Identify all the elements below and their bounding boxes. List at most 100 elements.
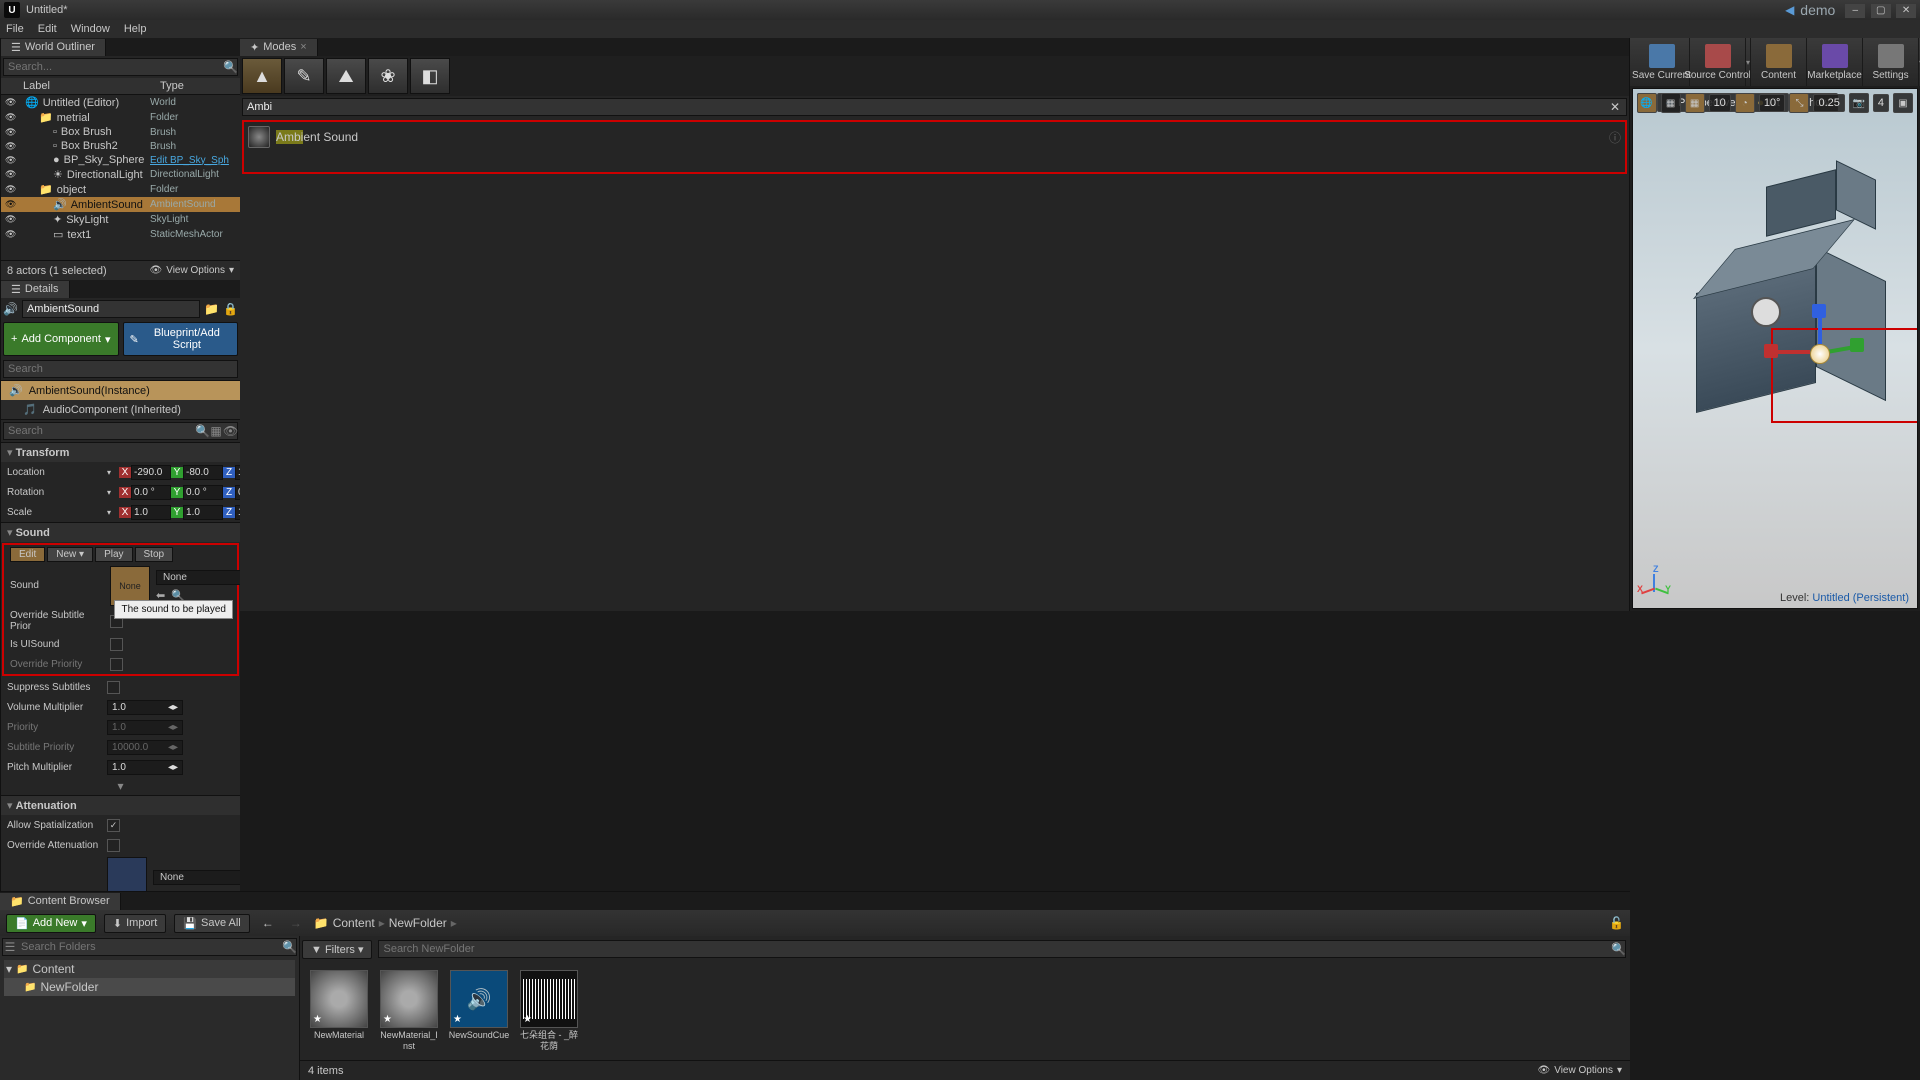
asset-item[interactable]: ★ NewMaterial — [308, 970, 370, 1041]
world-outliner-tab[interactable]: ☰ World Outliner — [1, 39, 106, 56]
attenuation-asset-dropdown[interactable]: None▾ — [153, 870, 240, 885]
search-icon[interactable]: 🔍 — [282, 940, 296, 954]
tree-content-folder[interactable]: ▾📁Content — [4, 960, 295, 978]
visibility-eye-icon[interactable]: 👁 — [5, 112, 17, 123]
grid-snap-toggle[interactable]: ▦ — [1685, 93, 1705, 113]
mode-foliage-icon[interactable]: ❀ — [368, 58, 408, 94]
visibility-eye-icon[interactable]: 👁 — [5, 155, 17, 166]
attenuation-asset-thumbnail[interactable] — [107, 857, 147, 891]
asset-item[interactable]: ★ 七朵组合 - _醉花荫 — [518, 970, 580, 1052]
mode-paint-icon[interactable]: ✎ — [284, 58, 324, 94]
content-browser-tab[interactable]: 📁 Content Browser — [0, 893, 121, 910]
is-ui-sound-checkbox[interactable] — [110, 638, 123, 651]
breadcrumb[interactable]: 📁 Content ▸ NewFolder ▸ — [314, 916, 457, 930]
window-minimize-button[interactable]: – — [1845, 4, 1865, 18]
viewport-maximize-icon[interactable]: ▣ — [1893, 93, 1913, 113]
cb-view-options[interactable]: 👁 View Options ▾ — [1538, 1065, 1622, 1076]
expand-advanced-icon[interactable]: ▾ — [117, 779, 123, 793]
window-close-button[interactable]: ✕ — [1896, 4, 1916, 18]
sound-play-button[interactable]: Play — [95, 547, 132, 562]
sound-new-button[interactable]: New ▾ — [47, 547, 93, 562]
transform-scale-icon[interactable]: ⤢ — [1632, 93, 1633, 113]
info-icon[interactable]: ⓘ — [1609, 129, 1621, 146]
nav-prev-icon[interactable]: ◀ — [1785, 3, 1794, 17]
add-component-button[interactable]: + Add Component ▾ — [3, 322, 119, 356]
surface-snap-icon[interactable]: ▦ — [1661, 93, 1681, 113]
outliner-row[interactable]: 👁 ☀ DirectionalLight DirectionalLight — [1, 167, 240, 182]
outliner-view-options[interactable]: 👁 View Options ▾ — [150, 265, 234, 276]
eye-icon[interactable]: 👁 — [223, 424, 237, 438]
chevron-down-icon[interactable]: ▾ — [107, 488, 111, 497]
outliner-header[interactable]: Label Type — [1, 78, 240, 95]
asset-item[interactable]: ★ NewMaterial_Inst — [378, 970, 440, 1052]
pitch-multiplier-field[interactable]: 1.0◂▸ — [107, 760, 183, 775]
search-icon[interactable]: 🔍 — [1611, 942, 1625, 956]
outliner-search-input[interactable] — [4, 59, 223, 75]
transform-gizmo[interactable] — [1770, 314, 1860, 384]
outliner-row[interactable]: 👁 ▫ Box Brush Brush — [1, 125, 240, 139]
actor-name-input[interactable] — [22, 300, 200, 318]
scale-snap-value[interactable]: 0.25 — [1813, 94, 1844, 112]
menu-edit[interactable]: Edit — [38, 23, 57, 35]
asset-search-input[interactable] — [379, 941, 1611, 957]
source-control-button[interactable]: Source Control — [1690, 38, 1746, 86]
menu-window[interactable]: Window — [71, 23, 110, 35]
sound-stop-button[interactable]: Stop — [135, 547, 174, 562]
lock-icon[interactable]: 🔓 — [1609, 916, 1624, 930]
property-matrix-icon[interactable]: ▦ — [209, 424, 223, 438]
outliner-row[interactable]: 👁 🌐 Untitled (Editor) World — [1, 95, 240, 110]
outliner-row[interactable]: 👁 ✦ SkyLight SkyLight — [1, 212, 240, 227]
visibility-eye-icon[interactable]: 👁 — [5, 229, 17, 240]
camera-speed-icon[interactable]: 📷 — [1849, 93, 1869, 113]
save-all-button[interactable]: 💾 Save All — [174, 914, 249, 933]
outliner-row[interactable]: 👁 ● BP_Sky_Sphere Edit BP_Sky_Sph — [1, 153, 240, 167]
visibility-eye-icon[interactable]: 👁 — [5, 127, 17, 138]
camera-speed-value[interactable]: 4 — [1873, 94, 1889, 112]
nav-forward-icon[interactable]: → — [286, 916, 306, 930]
visibility-eye-icon[interactable]: 👁 — [5, 184, 17, 195]
visibility-eye-icon[interactable]: 👁 — [5, 141, 17, 152]
allow-spatialization-checkbox[interactable]: ✓ — [107, 819, 120, 832]
sound-edit-button[interactable]: Edit — [10, 547, 45, 562]
outliner-row[interactable]: 👁 🔊 AmbientSound AmbientSound — [1, 197, 240, 212]
category-sound[interactable]: Sound — [1, 522, 240, 542]
scale-snap-toggle[interactable]: ⤡ — [1789, 93, 1809, 113]
scale-field[interactable]: X Y Z — [119, 505, 240, 520]
angle-snap-toggle[interactable]: ◔ — [1735, 93, 1755, 113]
outliner-row[interactable]: 👁 📁 object Folder — [1, 182, 240, 197]
mode-landscape-icon[interactable]: ⛰ — [326, 58, 366, 94]
settings-button[interactable]: Settings — [1863, 38, 1919, 86]
close-tab-icon[interactable]: × — [300, 41, 306, 53]
components-search-input[interactable] — [4, 361, 237, 377]
browse-icon[interactable]: 📁 — [204, 302, 219, 316]
suppress-subtitles-checkbox[interactable] — [107, 681, 120, 694]
visibility-eye-icon[interactable]: 👁 — [5, 169, 17, 180]
location-field[interactable]: X Y Z — [119, 465, 240, 480]
clear-search-icon[interactable]: ✕ — [1604, 100, 1626, 114]
blueprint-add-script-button[interactable]: ✎ Blueprint/Add Script — [123, 322, 239, 356]
content-button[interactable]: Content — [1751, 38, 1807, 86]
mode-geometry-icon[interactable]: ◧ — [410, 58, 450, 94]
lock-icon[interactable]: 🔒 — [223, 302, 238, 316]
visibility-eye-icon[interactable]: 👁 — [5, 199, 17, 210]
import-button[interactable]: ⬇ Import — [104, 914, 166, 933]
visibility-eye-icon[interactable]: 👁 — [5, 214, 17, 225]
tree-newfolder[interactable]: 📁NewFolder — [4, 978, 295, 996]
modes-search-input[interactable] — [243, 99, 1604, 115]
category-transform[interactable]: Transform — [1, 442, 240, 462]
outliner-row[interactable]: 👁 ▫ Box Brush2 Brush — [1, 139, 240, 153]
folder-search-input[interactable] — [17, 939, 282, 955]
details-search-input[interactable] — [4, 423, 195, 439]
coord-space-icon[interactable]: 🌐 — [1637, 93, 1657, 113]
search-icon[interactable]: 🔍 — [195, 424, 209, 438]
outliner-row[interactable]: 👁 ▭ text1 StaticMeshActor — [1, 227, 240, 242]
volume-multiplier-field[interactable]: 1.0◂▸ — [107, 700, 183, 715]
filters-button[interactable]: ▼ Filters ▾ — [302, 940, 372, 959]
save-current-button[interactable]: Save Current — [1634, 38, 1690, 86]
chevron-down-icon[interactable]: ▾ — [107, 508, 111, 517]
outliner-row[interactable]: 👁 📁 metrial Folder — [1, 110, 240, 125]
visibility-eye-icon[interactable]: 👁 — [5, 97, 17, 108]
component-root[interactable]: 🔊AmbientSound(Instance) — [1, 381, 240, 400]
modes-result-ambient-sound[interactable]: Ambient Sound ⓘ — [244, 122, 1625, 152]
asset-item[interactable]: ★🔊 NewSoundCue — [448, 970, 510, 1041]
